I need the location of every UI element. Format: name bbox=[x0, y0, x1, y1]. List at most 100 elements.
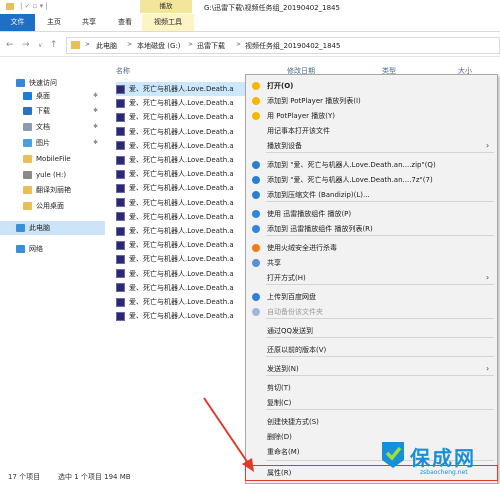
tab-file[interactable]: 文件 bbox=[0, 14, 35, 31]
video-file-icon bbox=[116, 183, 125, 193]
tab-share[interactable]: 共享 bbox=[74, 14, 104, 31]
breadcrumb-video-task-group[interactable]: 视频任务组_20190402_1845 bbox=[245, 41, 340, 51]
pin-icon[interactable]: ✱ bbox=[93, 104, 98, 118]
context-menu-label: 添加到 "爱、死亡与机器人.Love.Death.an....zip"(Q) bbox=[267, 161, 436, 169]
file-row[interactable]: 爱、死亡与机器人.Love.Death.a bbox=[116, 281, 246, 295]
context-menu-label: 复制(C) bbox=[267, 399, 292, 407]
context-menu-item[interactable]: 用 PotPlayer 播放(Y) bbox=[246, 109, 497, 123]
context-menu-item[interactable]: 发送到(N) › bbox=[246, 362, 497, 376]
sidebar-item[interactable]: 网络 bbox=[0, 242, 105, 256]
potplayer-icon bbox=[252, 82, 260, 90]
status-selection: 选中 1 个项目 194 MB bbox=[58, 473, 131, 481]
context-menu-item[interactable]: 打开(O) bbox=[246, 79, 497, 93]
file-row[interactable]: 爱、死亡与机器人.Love.Death.a bbox=[116, 224, 246, 238]
context-menu-item[interactable]: 还原以前的版本(V) bbox=[246, 343, 497, 357]
context-menu-label: 用 PotPlayer 播放(Y) bbox=[267, 112, 335, 120]
breadcrumb-this-pc[interactable]: 此电脑 bbox=[96, 41, 117, 51]
context-menu-item[interactable]: 通过QQ发送到 bbox=[246, 324, 497, 338]
file-row[interactable]: 爱、死亡与机器人.Love.Death.a bbox=[116, 252, 246, 266]
context-menu-item[interactable]: 复制(C) bbox=[246, 396, 497, 410]
context-menu-item[interactable]: 播放到设备 › bbox=[246, 139, 497, 153]
sidebar-item[interactable]: 快速访问 bbox=[0, 76, 105, 90]
sidebar-item[interactable]: 下载 ✱ bbox=[0, 104, 105, 118]
file-row[interactable]: 爱、死亡与机器人.Love.Death.a bbox=[116, 181, 246, 195]
context-menu-item[interactable]: 用记事本打开该文件 bbox=[246, 124, 497, 138]
context-menu-item[interactable]: 上传到百度网盘 bbox=[246, 290, 497, 304]
context-menu-item[interactable]: 添加到 "爱、死亡与机器人.Love.Death.an....zip"(Q) bbox=[246, 158, 497, 172]
quick-access-toolbar[interactable]: | ✓ ▫ ▾ | bbox=[20, 2, 48, 10]
file-row[interactable]: 爱、死亡与机器人.Love.Death.a bbox=[116, 210, 246, 224]
pin-icon[interactable]: ✱ bbox=[93, 89, 98, 103]
forward-arrow-icon[interactable]: → bbox=[22, 40, 30, 50]
context-menu-item[interactable]: 添加到压缩文件 (Bandizip)(L)... bbox=[246, 188, 497, 202]
chevron-right-icon: > bbox=[127, 41, 133, 48]
context-menu-item[interactable]: 创建快捷方式(S) bbox=[246, 415, 497, 429]
up-arrow-icon[interactable]: ↑ bbox=[50, 40, 58, 50]
file-row[interactable]: 爱、死亡与机器人.Love.Death.a bbox=[116, 267, 246, 281]
sidebar-item[interactable]: 公用桌面 bbox=[0, 199, 105, 213]
context-menu-label: 添加到压缩文件 (Bandizip)(L)... bbox=[267, 191, 370, 199]
file-row[interactable]: 爱、死亡与机器人.Love.Death.a bbox=[116, 125, 246, 139]
file-name: 爱、死亡与机器人.Love.Death.a bbox=[129, 241, 234, 250]
tab-view[interactable]: 查看 bbox=[110, 14, 140, 31]
tab-video-tools[interactable]: 视频工具 bbox=[142, 14, 194, 31]
context-menu-item[interactable]: 使用 迅雷播放组件 播放(P) bbox=[246, 207, 497, 221]
sidebar-item-label: MobileFile bbox=[36, 155, 71, 163]
video-file-icon bbox=[116, 226, 125, 236]
file-name: 爱、死亡与机器人.Love.Death.a bbox=[129, 127, 234, 136]
file-row[interactable]: 爱、死亡与机器人.Love.Death.a bbox=[116, 139, 246, 153]
pin-icon[interactable]: ✱ bbox=[93, 120, 98, 134]
folder-icon bbox=[23, 155, 32, 163]
submenu-arrow-icon: › bbox=[486, 364, 490, 373]
sidebar-item[interactable]: 翻译刘丽艳 bbox=[0, 183, 105, 197]
baidu-cloud-icon bbox=[252, 293, 260, 301]
context-menu-label: 属性(R) bbox=[267, 469, 292, 477]
file-row[interactable]: 爱、死亡与机器人.Love.Death.a bbox=[116, 82, 246, 96]
context-menu-label: 使用 迅雷播放组件 播放(P) bbox=[267, 210, 352, 218]
sidebar-item[interactable]: 图片 ✱ bbox=[0, 136, 105, 150]
desktop-icon bbox=[23, 92, 32, 100]
context-menu-item[interactable]: 打开方式(H) › bbox=[246, 271, 497, 285]
sidebar-item[interactable]: 桌面 ✱ bbox=[0, 89, 105, 103]
file-name: 爱、死亡与机器人.Love.Death.a bbox=[129, 184, 234, 193]
back-arrow-icon[interactable]: ← bbox=[6, 40, 14, 50]
sidebar-item[interactable]: yule (H:) bbox=[0, 168, 105, 182]
sidebar-item-label: 网络 bbox=[29, 245, 43, 253]
file-row[interactable]: 爱、死亡与机器人.Love.Death.a bbox=[116, 167, 246, 181]
annotation-arrow-icon bbox=[203, 397, 254, 472]
sidebar-item[interactable]: 文档 ✱ bbox=[0, 120, 105, 134]
context-menu-item[interactable]: 共享 bbox=[246, 256, 497, 270]
pictures-icon bbox=[23, 139, 32, 147]
column-header-name[interactable]: 名称 bbox=[116, 66, 130, 76]
context-menu-item[interactable]: 添加到 迅雷播放组件 播放列表(R) bbox=[246, 222, 497, 236]
baidu-cloud-icon bbox=[252, 308, 260, 316]
context-menu-item[interactable]: 添加到 PotPlayer 播放列表(I) bbox=[246, 94, 497, 108]
share-icon bbox=[252, 259, 260, 267]
file-row[interactable]: 爱、死亡与机器人.Love.Death.a bbox=[116, 110, 246, 124]
computer-icon bbox=[16, 224, 25, 232]
video-file-icon bbox=[116, 84, 125, 94]
context-menu-item[interactable]: 添加到 "爱、死亡与机器人.Love.Death.an....7z"(7) bbox=[246, 173, 497, 187]
breadcrumb-xunlei-downloads[interactable]: 迅雷下载 bbox=[197, 41, 225, 51]
context-menu-item[interactable]: 剪切(T) bbox=[246, 381, 497, 395]
file-row[interactable]: 爱、死亡与机器人.Love.Death.a bbox=[116, 238, 246, 252]
sidebar-item[interactable]: MobileFile bbox=[0, 152, 105, 166]
context-menu-label: 创建快捷方式(S) bbox=[267, 418, 319, 426]
breadcrumb-drive-g[interactable]: 本地磁盘 (G:) bbox=[137, 41, 180, 51]
video-file-icon bbox=[116, 269, 125, 279]
recent-locations-icon[interactable]: ∨ bbox=[38, 42, 42, 49]
sidebar-item-label: 此电脑 bbox=[29, 224, 50, 232]
context-menu-item[interactable]: 使用火绒安全进行杀毒 bbox=[246, 241, 497, 255]
pin-icon[interactable]: ✱ bbox=[93, 136, 98, 150]
sidebar-item-label: 公用桌面 bbox=[36, 202, 64, 210]
file-row[interactable]: 爱、死亡与机器人.Love.Death.a bbox=[116, 96, 246, 110]
file-name: 爱、死亡与机器人.Love.Death.a bbox=[129, 312, 234, 321]
file-row[interactable]: 爱、死亡与机器人.Love.Death.a bbox=[116, 295, 246, 309]
bandizip-icon bbox=[252, 191, 260, 199]
file-row[interactable]: 爱、死亡与机器人.Love.Death.a bbox=[116, 196, 246, 210]
sidebar-item[interactable]: 此电脑 bbox=[0, 221, 105, 235]
file-name: 爱、死亡与机器人.Love.Death.a bbox=[129, 283, 234, 292]
tab-home[interactable]: 主页 bbox=[38, 14, 70, 31]
file-row[interactable]: 爱、死亡与机器人.Love.Death.a bbox=[116, 153, 246, 167]
file-row[interactable]: 爱、死亡与机器人.Love.Death.a bbox=[116, 309, 246, 323]
